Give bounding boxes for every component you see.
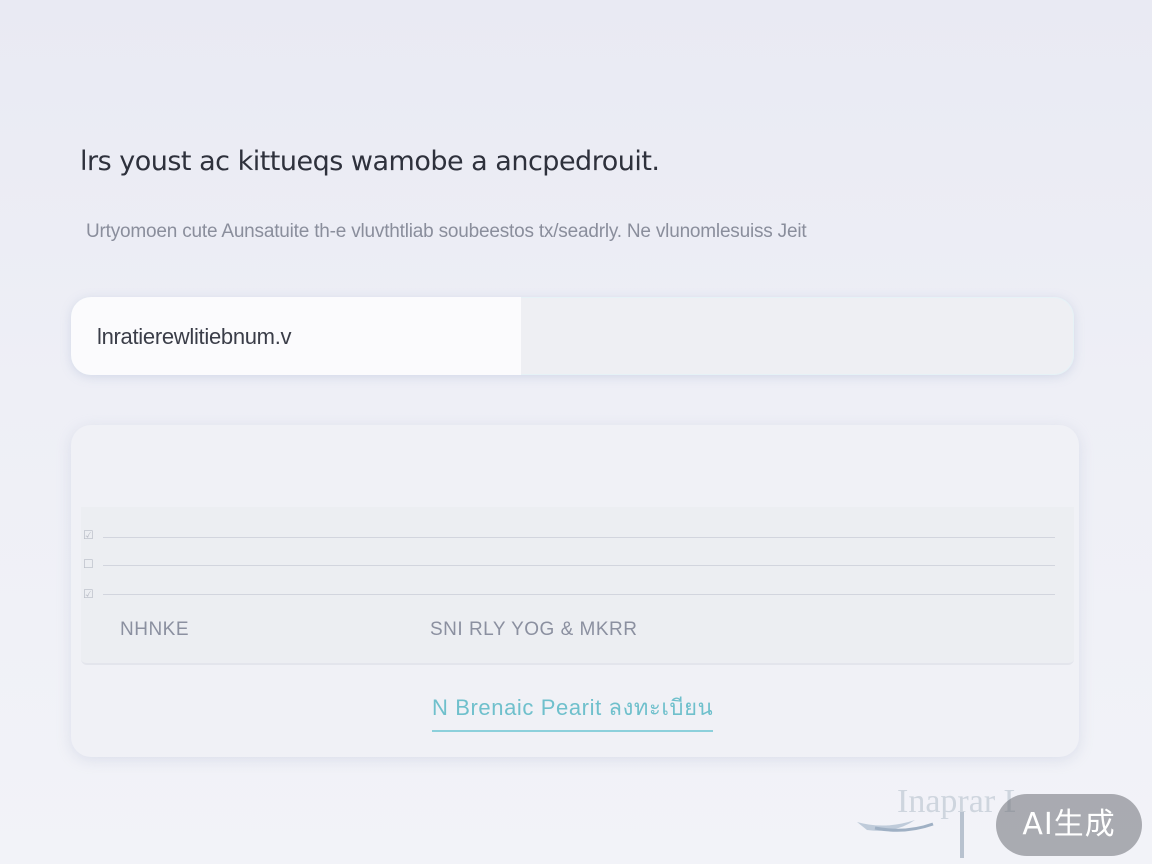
checkbox-icon[interactable]: ☐ — [83, 558, 96, 571]
page-title: lrs youst ac kittueqs wamobe a ancpedrou… — [80, 146, 660, 177]
checkbox-checked-icon[interactable]: ☑ — [83, 588, 96, 601]
column-label-name: NHNKE — [120, 619, 190, 640]
ai-generated-badge: AI生成 — [996, 794, 1142, 856]
checkbox-checked-icon[interactable]: ☑ — [83, 529, 96, 542]
text-input-field[interactable]: lnratierewlitiebnum.v — [71, 297, 1074, 375]
list-row-divider — [103, 537, 1055, 538]
column-label-details: SNI RLY YOG & MKRR — [430, 619, 638, 640]
watermark-logo-icon: Inaprar Lrlacir — [857, 783, 1015, 858]
list-row-divider — [103, 594, 1055, 595]
details-card: ☑ ☐ ☑ NHNKE SNI RLY YOG & MKRR N Brenaic… — [71, 425, 1079, 757]
text-input-value: lnratierewlitiebnum.v — [97, 324, 292, 349]
page-subtitle: Urtyomoen cute Aunsatuite th-e vluvthtli… — [86, 221, 807, 242]
list-section: ☑ ☐ ☑ NHNKE SNI RLY YOG & MKRR — [81, 507, 1074, 665]
card-action-link[interactable]: N Brenaic Pearit ลงทะเบียน — [432, 690, 714, 732]
list-row-divider — [103, 565, 1055, 566]
